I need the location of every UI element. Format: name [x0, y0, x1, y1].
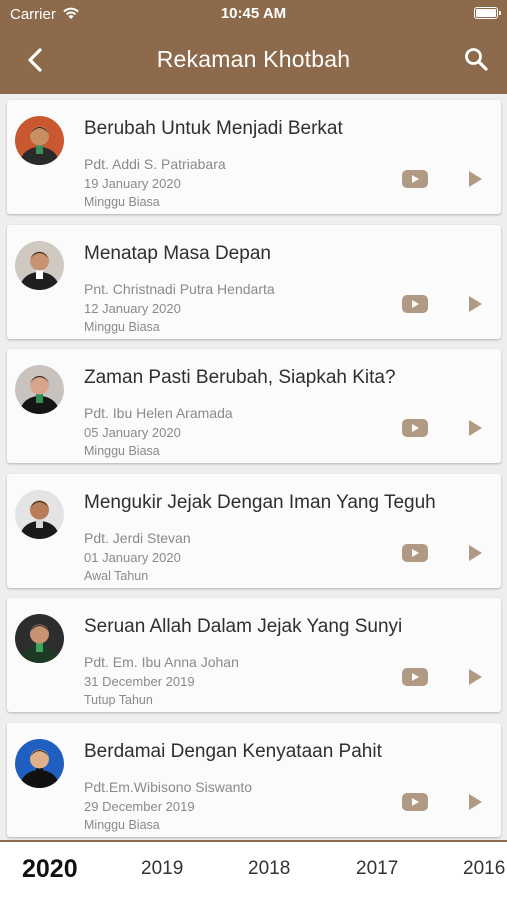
status-bar: Carrier 10:45 AM — [0, 0, 507, 28]
sermon-occasion: Minggu Biasa — [84, 319, 160, 334]
speaker-avatar — [15, 240, 64, 290]
play-icon[interactable] — [468, 171, 482, 187]
youtube-icon[interactable] — [402, 419, 428, 437]
sermon-card[interactable]: Berubah Untuk Menjadi Berkat Pdt. Addi S… — [7, 100, 501, 214]
sermon-date: 01 January 2020 — [84, 549, 181, 565]
speaker-avatar — [15, 116, 64, 165]
sermon-occasion: Awal Tahun — [84, 568, 149, 583]
speaker-avatar — [15, 738, 64, 788]
year-tab-bar: 2020 2019 2018 2017 2016 — [0, 840, 507, 900]
sermon-speaker: Pdt. Em. Ibu Anna Johan — [84, 654, 239, 670]
year-tab-2018[interactable]: 2018 — [248, 858, 290, 880]
speaker-avatar — [15, 614, 64, 663]
sermon-date: 19 January 2020 — [84, 176, 181, 191]
sermon-occasion: Minggu Biasa — [84, 195, 160, 209]
speaker-avatar — [15, 489, 64, 539]
page-title: Rekaman Khotbah — [156, 46, 351, 72]
play-icon[interactable] — [468, 793, 482, 810]
sermon-title: Berubah Untuk Menjadi Berkat — [84, 118, 343, 139]
sermon-occasion: Minggu Biasa — [84, 444, 160, 458]
sermon-speaker: Pdt.Em.Wibisono Siswanto — [84, 778, 253, 795]
sermon-occasion: Tutup Tahun — [84, 693, 153, 707]
sermon-speaker: Pdt. Ibu Helen Aramada — [84, 405, 233, 421]
sermon-date: 12 January 2020 — [84, 300, 181, 316]
speaker-avatar — [15, 365, 64, 414]
youtube-icon[interactable] — [402, 294, 428, 313]
battery-icon — [474, 7, 501, 19]
sermon-date: 05 January 2020 — [84, 425, 181, 440]
sermon-card[interactable]: Menatap Masa Depan Pnt. Christnadi Putra… — [7, 224, 501, 339]
sermon-occasion: Minggu Biasa — [84, 817, 160, 832]
year-tab-2019[interactable]: 2019 — [141, 858, 183, 880]
sermon-card[interactable]: Seruan Allah Dalam Jejak Yang Sunyi Pdt.… — [7, 598, 501, 712]
youtube-icon[interactable] — [402, 170, 428, 188]
sermon-card[interactable]: Mengukir Jejak Dengan Iman Yang Teguh Pd… — [7, 473, 501, 588]
play-icon[interactable] — [468, 420, 482, 436]
year-tab-2020[interactable]: 2020 — [22, 855, 78, 884]
sermon-speaker: Pdt. Addi S. Patriabara — [84, 156, 226, 172]
sermon-title: Menatap Masa Depan — [84, 242, 271, 264]
sermon-title: Zaman Pasti Berubah, Siapkah Kita? — [84, 367, 396, 388]
year-tab-2017[interactable]: 2017 — [356, 858, 398, 880]
play-icon[interactable] — [468, 544, 482, 561]
sermon-speaker: Pdt. Jerdi Stevan — [84, 529, 191, 546]
sermon-date: 29 December 2019 — [84, 798, 195, 814]
sermon-title: Mengukir Jejak Dengan Iman Yang Teguh — [84, 491, 436, 513]
sermon-title: Seruan Allah Dalam Jejak Yang Sunyi — [84, 616, 403, 637]
nav-header: Carrier 10:45 AM Rekaman Khotbah — [0, 0, 507, 94]
sermon-speaker: Pnt. Christnadi Putra Hendarta — [84, 280, 275, 297]
sermon-card[interactable]: Zaman Pasti Berubah, Siapkah Kita? Pdt. … — [7, 349, 501, 463]
clock: 10:45 AM — [220, 5, 287, 22]
youtube-icon[interactable] — [402, 668, 428, 686]
sermon-card[interactable]: Berdamai Dengan Kenyataan Pahit Pdt.Em.W… — [7, 722, 501, 837]
sermon-date: 31 December 2019 — [84, 674, 195, 689]
search-icon[interactable] — [463, 46, 489, 72]
play-icon[interactable] — [468, 669, 482, 685]
youtube-icon[interactable] — [402, 543, 428, 562]
youtube-icon[interactable] — [402, 792, 428, 811]
play-icon[interactable] — [468, 295, 482, 312]
year-tab-2016[interactable]: 2016 — [463, 858, 505, 880]
sermon-title: Berdamai Dengan Kenyataan Pahit — [84, 740, 382, 762]
sermon-list[interactable]: Berubah Untuk Menjadi Berkat Pdt. Addi S… — [0, 94, 507, 840]
